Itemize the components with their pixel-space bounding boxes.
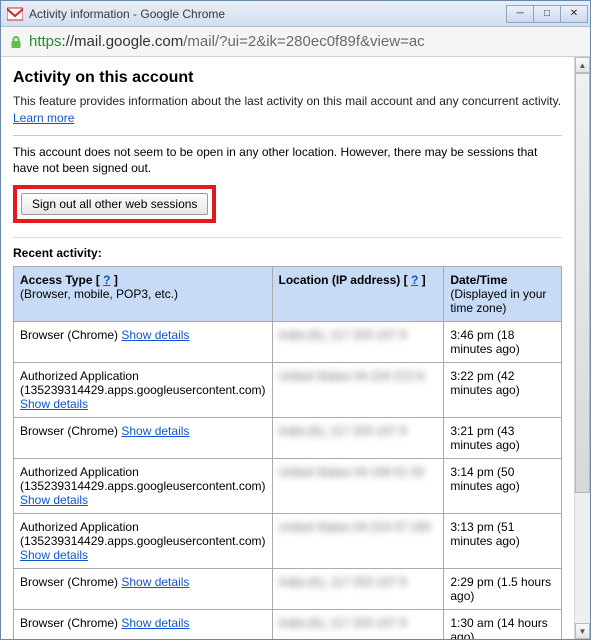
scroll-up-icon[interactable]: ▲	[575, 57, 590, 73]
cell-access: Authorized Application (135239314429.app…	[14, 363, 273, 418]
cell-datetime: 3:21 pm (43 minutes ago)	[444, 418, 562, 459]
cell-datetime: 3:22 pm (42 minutes ago)	[444, 363, 562, 418]
address-bar[interactable]: https://mail.google.com/mail/?ui=2&ik=28…	[1, 27, 590, 57]
col-access: Access Type [ ? ] (Browser, mobile, POP3…	[14, 267, 273, 322]
page-content: Activity on this account This feature pr…	[1, 57, 574, 639]
learn-more-link[interactable]: Learn more	[13, 111, 74, 125]
divider	[13, 237, 562, 238]
show-details-link[interactable]: Show details	[121, 575, 189, 589]
recent-activity-heading: Recent activity:	[13, 246, 562, 260]
url-text: https://mail.google.com/mail/?ui=2&ik=28…	[29, 33, 425, 50]
signout-highlight: Sign out all other web sessions	[13, 185, 216, 223]
cell-access: Browser (Chrome) Show details	[14, 569, 273, 610]
maximize-button[interactable]: □	[533, 5, 561, 23]
cell-location: India (K), 117 203 107 9	[272, 610, 444, 639]
show-details-link[interactable]: Show details	[121, 424, 189, 438]
window-titlebar: Activity information - Google Chrome ─ □…	[1, 1, 590, 27]
vertical-scrollbar[interactable]: ▲ ▼	[574, 57, 590, 639]
show-details-link[interactable]: Show details	[121, 328, 189, 342]
col-datetime: Date/Time (Displayed in your time zone)	[444, 267, 562, 322]
cell-datetime: 3:46 pm (18 minutes ago)	[444, 322, 562, 363]
table-row: Authorized Application (135239314429.app…	[14, 514, 562, 569]
window-title: Activity information - Google Chrome	[29, 7, 225, 21]
cell-datetime: 2:29 pm (1.5 hours ago)	[444, 569, 562, 610]
show-details-link[interactable]: Show details	[20, 397, 88, 411]
gmail-icon	[7, 6, 23, 22]
scroll-down-icon[interactable]: ▼	[575, 623, 590, 639]
cell-datetime: 3:14 pm (50 minutes ago)	[444, 459, 562, 514]
table-row: Browser (Chrome) Show detailsIndia (K), …	[14, 569, 562, 610]
cell-access: Browser (Chrome) Show details	[14, 610, 273, 639]
cell-access: Authorized Application (135239314429.app…	[14, 459, 273, 514]
help-location-icon[interactable]: ?	[411, 273, 418, 287]
table-row: Authorized Application (135239314429.app…	[14, 363, 562, 418]
cell-datetime: 1:30 am (14 hours ago)	[444, 610, 562, 639]
table-row: Browser (Chrome) Show detailsIndia (K), …	[14, 322, 562, 363]
cell-access: Authorized Application (135239314429.app…	[14, 514, 273, 569]
table-row: Authorized Application (135239314429.app…	[14, 459, 562, 514]
scroll-thumb[interactable]	[575, 73, 590, 493]
intro-text: This feature provides information about …	[13, 93, 562, 127]
show-details-link[interactable]: Show details	[20, 548, 88, 562]
session-note: This account does not seem to be open in…	[13, 144, 562, 178]
cell-access: Browser (Chrome) Show details	[14, 322, 273, 363]
table-row: Browser (Chrome) Show detailsIndia (K), …	[14, 610, 562, 639]
cell-location: United States 04 224 07 240	[272, 514, 444, 569]
page-title: Activity on this account	[13, 69, 562, 87]
lock-icon	[9, 35, 23, 49]
show-details-link[interactable]: Show details	[20, 493, 88, 507]
help-access-icon[interactable]: ?	[103, 273, 110, 287]
minimize-button[interactable]: ─	[506, 5, 534, 23]
cell-location: United States 04 224 213 8	[272, 363, 444, 418]
sign-out-all-button[interactable]: Sign out all other web sessions	[21, 193, 208, 215]
cell-location: India (K), 117 203 107 9	[272, 418, 444, 459]
activity-table: Access Type [ ? ] (Browser, mobile, POP3…	[13, 266, 562, 639]
cell-location: India (K), 117 203 107 9	[272, 569, 444, 610]
close-button[interactable]: ✕	[560, 5, 588, 23]
col-location: Location (IP address) [ ? ]	[272, 267, 444, 322]
show-details-link[interactable]: Show details	[121, 616, 189, 630]
cell-datetime: 3:13 pm (51 minutes ago)	[444, 514, 562, 569]
cell-location: United States 04 106 01 03	[272, 459, 444, 514]
table-row: Browser (Chrome) Show detailsIndia (K), …	[14, 418, 562, 459]
cell-location: India (K), 117 203 107 9	[272, 322, 444, 363]
cell-access: Browser (Chrome) Show details	[14, 418, 273, 459]
